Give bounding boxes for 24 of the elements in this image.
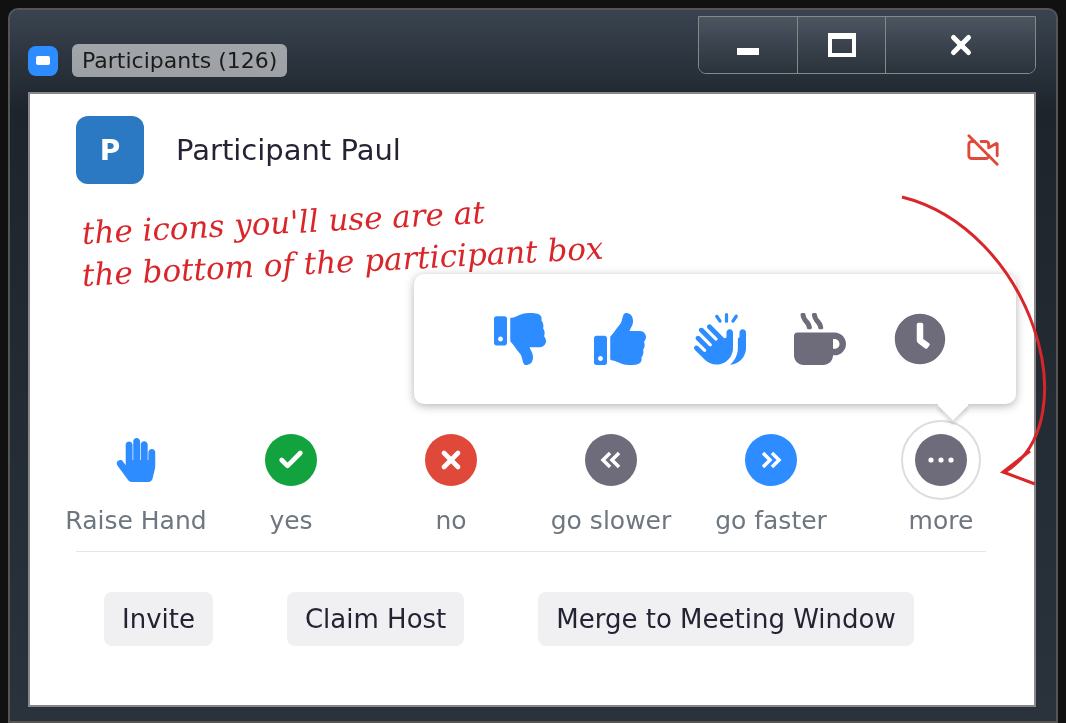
thumbs-down-icon[interactable] (494, 313, 546, 365)
minimize-icon (737, 47, 759, 55)
action-button[interactable]: Merge to Meeting Window (538, 592, 914, 646)
action-button[interactable]: Claim Host (286, 592, 465, 646)
feedback-button[interactable]: Raise Hand (56, 418, 216, 535)
maximize-icon (827, 33, 856, 57)
minimize-button[interactable] (699, 17, 797, 73)
feedback-button[interactable]: no (366, 418, 536, 535)
clock-icon[interactable] (894, 313, 946, 365)
close-button[interactable] (885, 17, 1035, 73)
feedback-button[interactable]: yes (216, 418, 366, 535)
feedback-button[interactable]: go faster (686, 418, 856, 535)
clapping-hands-icon[interactable] (694, 313, 746, 365)
video-off-icon[interactable] (966, 133, 1000, 167)
window-title: Participants (126) (72, 44, 288, 77)
maximize-button[interactable] (797, 17, 885, 73)
action-button[interactable]: Invite (104, 592, 213, 646)
thumbs-up-icon[interactable] (594, 313, 646, 365)
coffee-cup-icon[interactable] (794, 313, 846, 365)
participant-name: Participant Paul (176, 133, 402, 167)
feedback-button[interactable]: more (856, 418, 1026, 535)
avatar: P (76, 116, 144, 184)
feedback-button[interactable]: go slower (536, 418, 686, 535)
video-camera-icon (28, 45, 58, 76)
